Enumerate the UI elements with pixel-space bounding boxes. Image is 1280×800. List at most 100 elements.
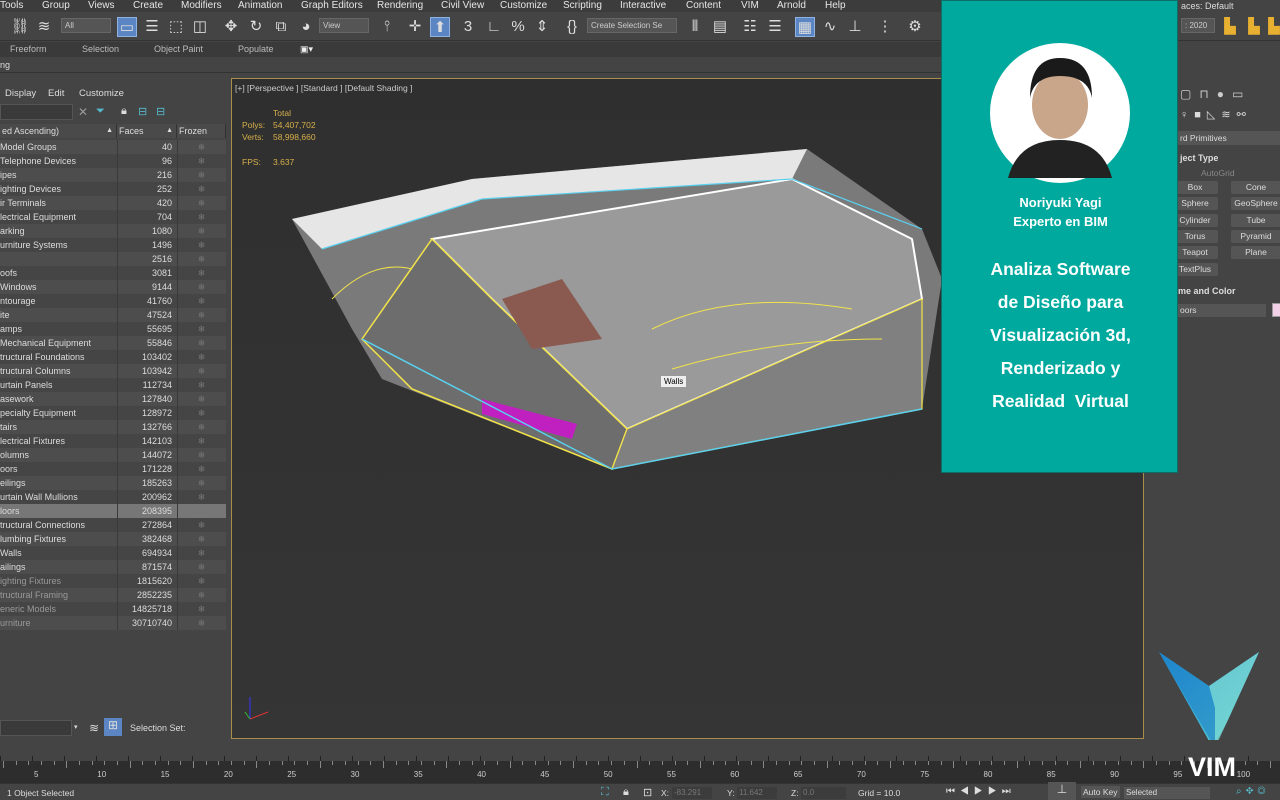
- column-header-frozen[interactable]: Frozen: [177, 124, 226, 138]
- absolute-mode-icon[interactable]: ⊡: [643, 786, 652, 799]
- create-category-icons[interactable]: ♀■◺≋⚯: [1180, 108, 1280, 121]
- ribbon-toggle-icon[interactable]: ▦: [795, 17, 815, 37]
- frozen-toggle-icon[interactable]: ❄: [177, 140, 225, 154]
- table-row[interactable]: ipes 216 ❄: [0, 168, 226, 182]
- scale-icon[interactable]: ⧉: [271, 17, 291, 37]
- frozen-toggle-icon[interactable]: ❄: [177, 518, 225, 532]
- object-name-input[interactable]: oors: [1178, 304, 1266, 317]
- table-row[interactable]: Model Groups 40 ❄: [0, 140, 226, 154]
- workspace-value[interactable]: Default: [1205, 1, 1234, 12]
- menu-civil-view[interactable]: Civil View: [441, 0, 484, 12]
- mirror-icon[interactable]: ⫴: [685, 17, 705, 37]
- pivot-icon[interactable]: ⫯: [377, 17, 397, 37]
- table-row[interactable]: ailings 871574 ❄: [0, 560, 226, 574]
- frozen-toggle-icon[interactable]: ❄: [177, 574, 225, 588]
- autogrid-checkbox[interactable]: AutoGrid: [1201, 168, 1235, 178]
- frozen-toggle-icon[interactable]: ❄: [177, 504, 225, 518]
- angle-snap-icon[interactable]: ∟: [484, 17, 504, 37]
- frozen-toggle-icon[interactable]: ❄: [177, 308, 225, 322]
- select-manipulate-icon[interactable]: ✛: [405, 17, 425, 37]
- column-header-faces[interactable]: Faces ▲: [117, 124, 177, 138]
- select-by-name-icon[interactable]: ☰: [142, 17, 162, 37]
- frozen-toggle-icon[interactable]: ❄: [177, 252, 225, 266]
- table-row[interactable]: urniture 30710740 ❄: [0, 616, 226, 630]
- table-row[interactable]: urtain Panels 112734 ❄: [0, 378, 226, 392]
- frozen-toggle-icon[interactable]: ❄: [177, 210, 225, 224]
- frozen-toggle-icon[interactable]: ❄: [177, 280, 225, 294]
- table-row[interactable]: Windows 9144 ❄: [0, 280, 226, 294]
- frozen-toggle-icon[interactable]: ❄: [177, 546, 225, 560]
- table-row[interactable]: lectrical Equipment 704 ❄: [0, 210, 226, 224]
- frozen-toggle-icon[interactable]: ❄: [177, 196, 225, 210]
- curve-editor-icon[interactable]: ∿: [820, 17, 840, 37]
- move-icon[interactable]: ✥: [221, 17, 241, 37]
- table-row[interactable]: tairs 132766 ❄: [0, 420, 226, 434]
- rect-selection-icon[interactable]: ⬚: [166, 17, 186, 37]
- frozen-toggle-icon[interactable]: ❄: [177, 462, 225, 476]
- frozen-toggle-icon[interactable]: ❄: [177, 392, 225, 406]
- table-row[interactable]: oors 171228 ❄: [0, 462, 226, 476]
- table-row[interactable]: ighting Devices 252 ❄: [0, 182, 226, 196]
- table-row[interactable]: olumns 144072 ❄: [0, 448, 226, 462]
- set-key-icon[interactable]: ⊥: [1048, 782, 1076, 800]
- frozen-toggle-icon[interactable]: ❄: [177, 154, 225, 168]
- filter-icon[interactable]: ⏷: [96, 105, 105, 118]
- lock-icon[interactable]: 🔒︎: [121, 105, 127, 118]
- command-panel-tabs[interactable]: ▢⊓●▭: [1180, 87, 1280, 103]
- menu-views[interactable]: Views: [88, 0, 115, 12]
- chevron-down-icon[interactable]: ▾: [74, 723, 78, 731]
- frozen-toggle-icon[interactable]: ❄: [177, 476, 225, 490]
- frozen-toggle-icon[interactable]: ❄: [177, 420, 225, 434]
- menu-arnold[interactable]: Arnold: [777, 0, 806, 12]
- frozen-toggle-icon[interactable]: ❄: [177, 168, 225, 182]
- frozen-toggle-icon[interactable]: ❄: [177, 406, 225, 420]
- explorer-menu-edit[interactable]: Edit: [48, 88, 64, 99]
- frozen-toggle-icon[interactable]: ❄: [177, 588, 225, 602]
- menu-rendering[interactable]: Rendering: [377, 0, 423, 12]
- menu-scripting[interactable]: Scripting: [563, 0, 602, 12]
- tab-freeform[interactable]: Freeform: [10, 44, 47, 54]
- project-dropdown[interactable]: : 2020: [1181, 18, 1215, 33]
- column-header-name[interactable]: ed Ascending) ▲: [0, 124, 117, 138]
- table-row[interactable]: oofs 3081 ❄: [0, 266, 226, 280]
- table-row[interactable]: ntourage 41760 ❄: [0, 294, 226, 308]
- frozen-toggle-icon[interactable]: ❄: [177, 378, 225, 392]
- spinner-snap-icon[interactable]: ⇕: [532, 17, 552, 37]
- table-row[interactable]: amps 55695 ❄: [0, 322, 226, 336]
- project-folder-icon[interactable]: ▙: [1220, 17, 1240, 37]
- render-setup-icon[interactable]: ⚙: [905, 17, 925, 37]
- named-selection-dropdown[interactable]: Create Selection Se: [587, 18, 677, 33]
- dope-sheet-icon[interactable]: ⊥: [845, 17, 865, 37]
- schematic-view-icon[interactable]: ⋮: [875, 17, 895, 37]
- table-row[interactable]: tructural Columns 103942 ❄: [0, 364, 226, 378]
- explorer-menu-display[interactable]: Display: [5, 88, 36, 99]
- frozen-toggle-icon[interactable]: ❄: [177, 448, 225, 462]
- table-row[interactable]: asework 127840 ❄: [0, 392, 226, 406]
- frozen-toggle-icon[interactable]: ❄: [177, 294, 225, 308]
- frozen-toggle-icon[interactable]: ❄: [177, 490, 225, 504]
- table-row[interactable]: 2516 ❄: [0, 252, 226, 266]
- project-settings-icon[interactable]: ▙: [1264, 17, 1280, 37]
- table-row[interactable]: lumbing Fixtures 382468 ❄: [0, 532, 226, 546]
- frozen-toggle-icon[interactable]: ❄: [177, 182, 225, 196]
- keyboard-shortcut-icon[interactable]: ⬆: [430, 17, 450, 37]
- torus-button[interactable]: Torus: [1172, 229, 1218, 243]
- snap-icon[interactable]: 3: [458, 17, 478, 37]
- name-color-rollout[interactable]: me and Color: [1178, 286, 1236, 296]
- table-row[interactable]: tructural Foundations 103402 ❄: [0, 350, 226, 364]
- menu-modifiers[interactable]: Modifiers: [181, 0, 222, 12]
- x-coord-input[interactable]: -83.291: [672, 787, 712, 799]
- rotate-icon[interactable]: ↻: [246, 17, 266, 37]
- frozen-toggle-icon[interactable]: ❄: [177, 602, 225, 616]
- table-row[interactable]: tructural Connections 272864 ❄: [0, 518, 226, 532]
- named-selection-icon[interactable]: {}: [562, 17, 582, 37]
- table-row[interactable]: tructural Framing 2852235 ❄: [0, 588, 226, 602]
- playback-controls[interactable]: ⏮◀▶▶⏭: [946, 786, 1016, 797]
- y-coord-input[interactable]: 11.642: [737, 787, 777, 799]
- frozen-toggle-icon[interactable]: ❄: [177, 560, 225, 574]
- plane-button[interactable]: Plane: [1231, 246, 1280, 260]
- explorer-menu-customize[interactable]: Customize: [79, 88, 124, 99]
- percent-snap-icon[interactable]: %: [508, 17, 528, 37]
- menu-tools[interactable]: Tools: [0, 0, 23, 12]
- menu-create[interactable]: Create: [133, 0, 163, 12]
